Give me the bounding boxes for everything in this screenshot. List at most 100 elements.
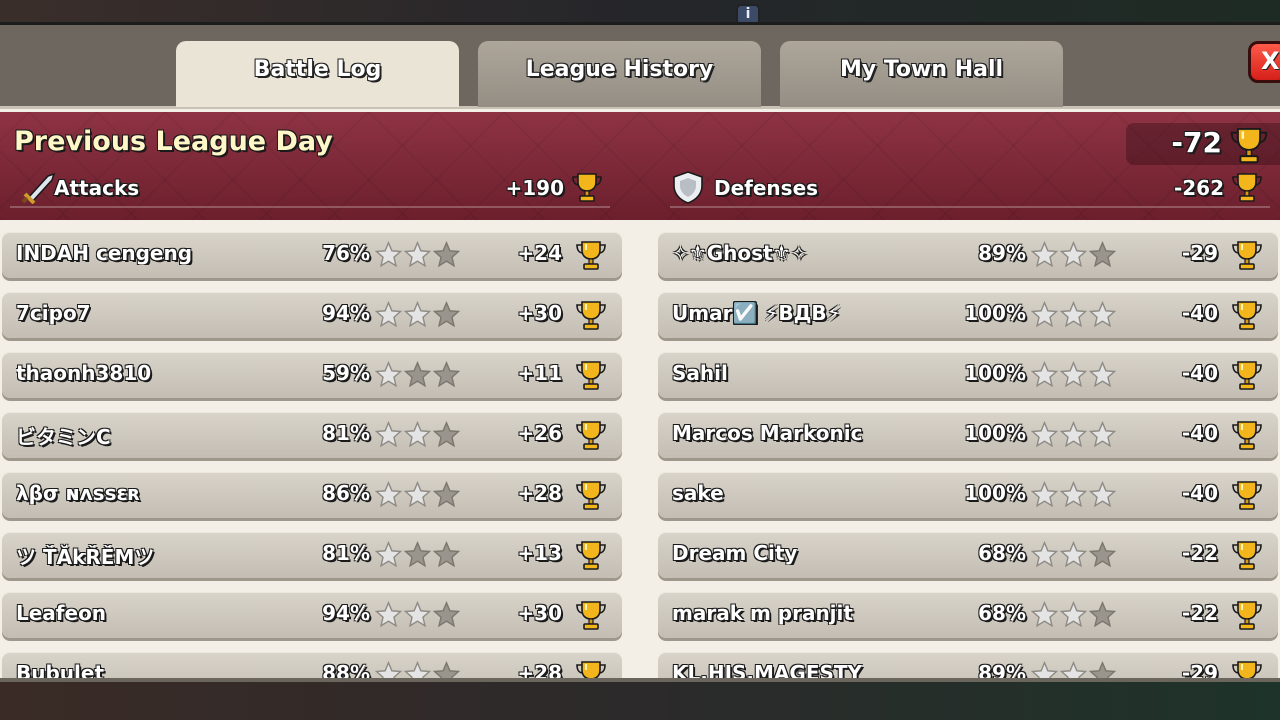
star-filled-icon [403,601,432,628]
page-title: Previous League Day [14,126,333,157]
star-rating [374,601,462,629]
star-filled-icon [1059,361,1088,388]
star-filled-icon [374,481,403,508]
destruction-percent: 76% [322,241,370,265]
destruction-percent: 68% [978,601,1026,625]
trophy-icon [576,361,606,390]
destruction-percent: 100% [964,481,1026,505]
trophy-icon [576,661,606,680]
trophy-change: -40 [1181,421,1218,445]
opponent-name: INDAH cengeng [16,241,193,265]
star-empty-icon [1088,241,1117,268]
trophy-icon [1232,361,1262,390]
star-empty-icon [432,481,461,508]
star-rating [1030,541,1118,569]
star-rating [1030,301,1118,329]
shield-icon [673,171,703,204]
attacks-list[interactable]: INDAH cengeng 76% +24 7cipo7 94% +30 tha… [2,230,622,680]
star-filled-icon [374,241,403,268]
opponent-name: Dream City [672,541,798,565]
defenses-row[interactable]: Sahil 100% -40 [658,352,1278,398]
attacks-row[interactable]: INDAH cengeng 76% +24 [2,232,622,278]
trophy-icon [576,421,606,450]
league-day-banner: Previous League Day -72 Attacks +190 Def… [0,112,1280,220]
tab-league-history[interactable]: League History [478,41,761,107]
destruction-percent: 100% [964,361,1026,385]
star-filled-icon [1059,541,1088,568]
defenses-row[interactable]: Marcos Markonic 100% -40 [658,412,1278,458]
defenses-row[interactable]: ✧⚜Ghost⚜✧ 89% -29 [658,232,1278,278]
defenses-header: Defenses -262 [670,168,1270,208]
tab-battle-log[interactable]: Battle Log [176,41,459,107]
defenses-row[interactable]: sake 100% -40 [658,472,1278,518]
tab-bar: Battle Log League History My Town Hall X [0,25,1280,109]
opponent-name: thaonh3810 [16,361,152,385]
star-rating [1030,421,1118,449]
trophy-change: -40 [1181,301,1218,325]
opponent-name: marak m pranjit [672,601,853,625]
star-empty-icon [432,421,461,448]
star-filled-icon [1030,361,1059,388]
trophy-icon [1232,601,1262,630]
star-filled-icon [1059,421,1088,448]
star-empty-icon [432,601,461,628]
attacks-total: +190 [505,176,564,200]
star-filled-icon [1059,241,1088,268]
close-button[interactable]: X [1248,41,1280,83]
star-rating [374,541,462,569]
star-rating [1030,361,1118,389]
star-filled-icon [1088,421,1117,448]
destruction-percent: 89% [978,241,1026,265]
star-rating [1030,481,1118,509]
star-empty-icon [403,541,432,568]
star-rating [374,361,462,389]
star-filled-icon [403,301,432,328]
star-filled-icon [374,541,403,568]
attacks-row[interactable]: ビタミンC 81% +26 [2,412,622,458]
total-trophies-value: -72 [1171,126,1222,159]
trophy-change: +13 [517,541,562,565]
star-filled-icon [1030,541,1059,568]
defenses-row[interactable]: Umar☑️ ⚡ВДВ⚡ 100% -40 [658,292,1278,338]
defenses-list[interactable]: ✧⚜Ghost⚜✧ 89% -29 Umar☑️ ⚡ВДВ⚡ 100% -40 … [658,230,1278,680]
attacks-row[interactable]: λβσ ɴᴧssɛʀ 86% +28 [2,472,622,518]
star-rating [1030,241,1118,269]
destruction-percent: 100% [964,421,1026,445]
star-filled-icon [1088,301,1117,328]
attacks-header: Attacks +190 [10,168,610,208]
destruction-percent: 94% [322,301,370,325]
total-trophies-box: -72 [1126,123,1280,165]
star-filled-icon [403,421,432,448]
star-filled-icon [1059,301,1088,328]
star-empty-icon [1088,601,1117,628]
trophy-icon [576,541,606,570]
tab-my-town-hall[interactable]: My Town Hall [780,41,1063,107]
opponent-name: λβσ ɴᴧssɛʀ [16,481,141,505]
trophy-change: -22 [1181,601,1218,625]
star-filled-icon [1030,481,1059,508]
opponent-name: sake [672,481,724,505]
destruction-percent: 86% [322,481,370,505]
trophy-icon [1232,421,1262,450]
star-filled-icon [1030,601,1059,628]
opponent-name: Leafeon [16,601,107,625]
attacks-row[interactable]: thaonh3810 59% +11 [2,352,622,398]
trophy-icon [576,241,606,270]
star-filled-icon [1059,601,1088,628]
attacks-row[interactable]: ツ ŤĂkŘĚMツ 81% +13 [2,532,622,578]
battle-log-window: Battle Log League History My Town Hall X… [0,22,1280,692]
trophy-icon [1232,661,1262,680]
attacks-row[interactable]: Bubulet 88% +28 [2,652,622,680]
defenses-row[interactable]: Dream City 68% -22 [658,532,1278,578]
defenses-row[interactable]: KL.HIS.MAGESTY 89% -29 [658,652,1278,680]
trophy-change: +30 [517,301,562,325]
destruction-percent: 81% [322,421,370,445]
attacks-row[interactable]: 7cipo7 94% +30 [2,292,622,338]
attacks-row[interactable]: Leafeon 94% +30 [2,592,622,638]
star-rating [374,421,462,449]
trophy-change: +11 [517,361,562,385]
opponent-name: ツ ŤĂkŘĚMツ [16,545,155,569]
trophy-change: -29 [1181,241,1218,265]
defenses-row[interactable]: marak m pranjit 68% -22 [658,592,1278,638]
trophy-change: +28 [517,481,562,505]
